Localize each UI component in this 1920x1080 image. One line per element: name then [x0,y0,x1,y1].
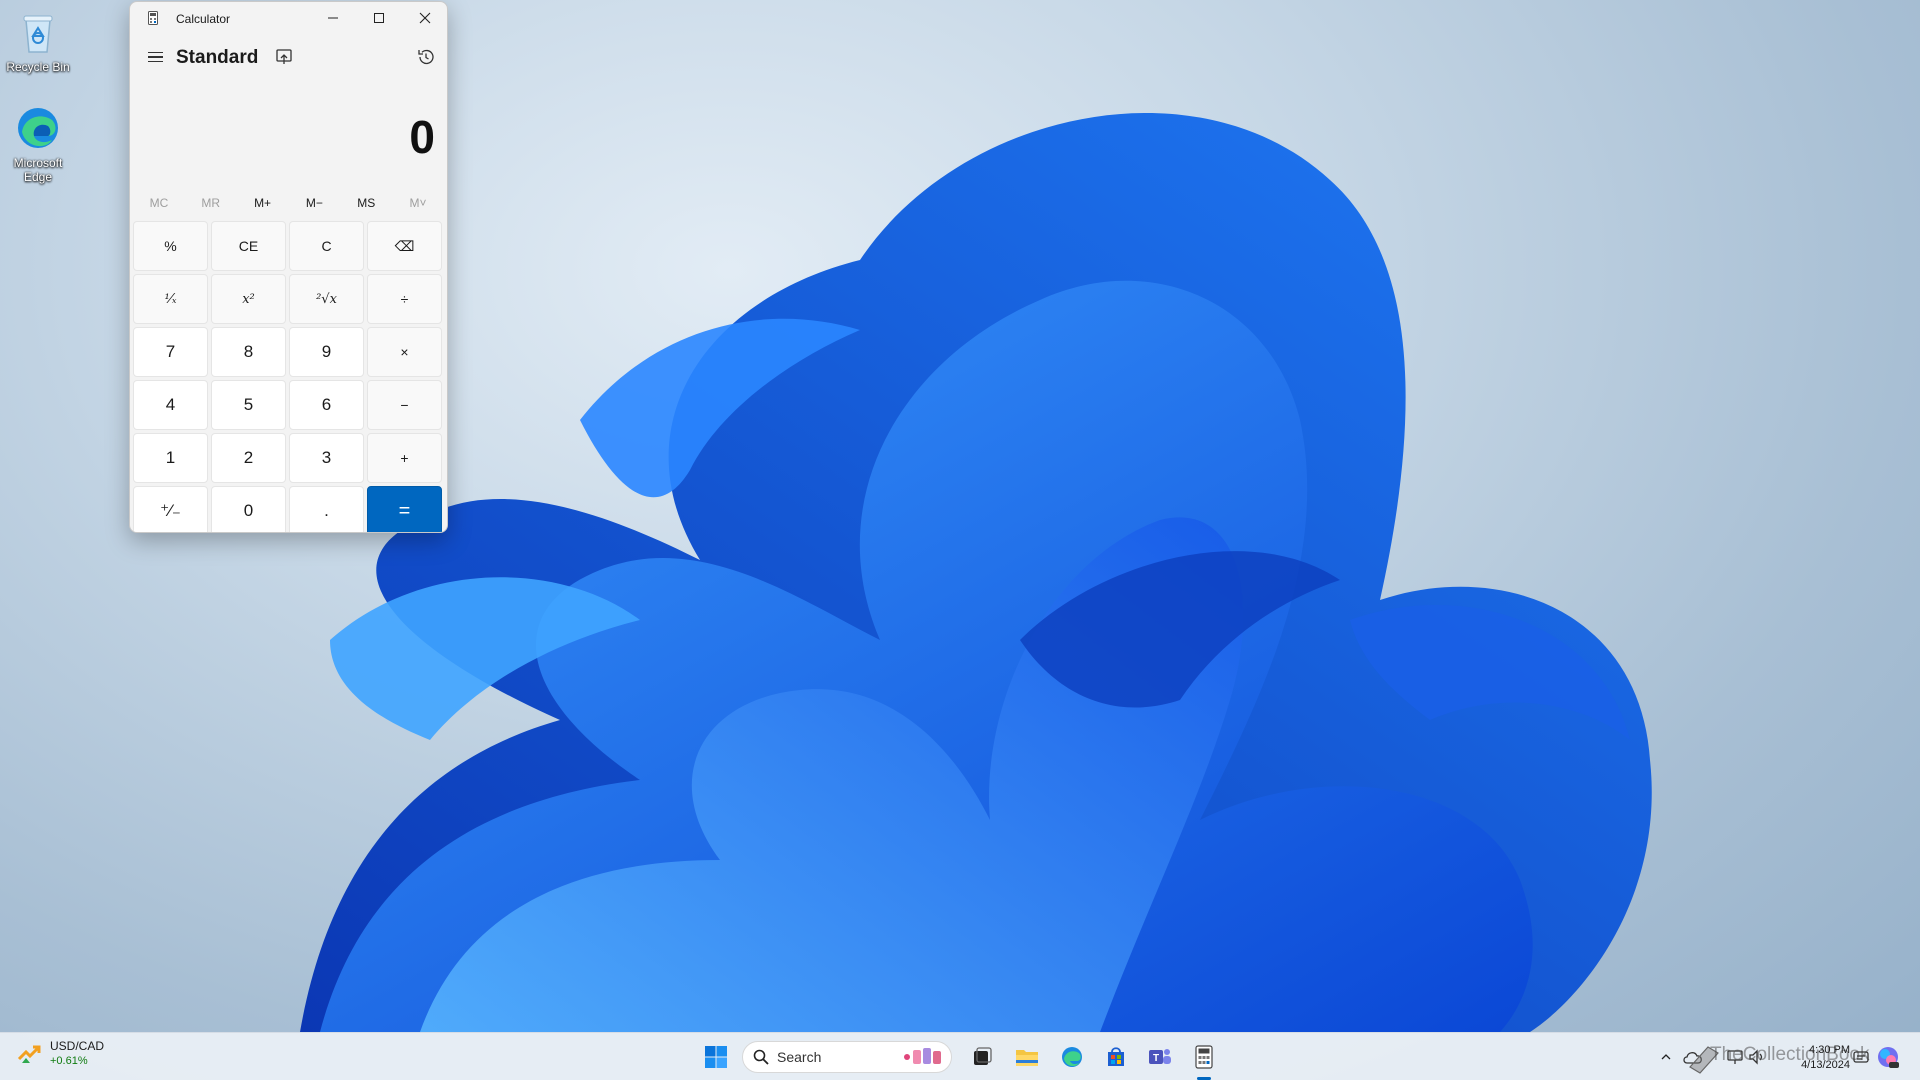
keypad: % CE C ⌫ ¹⁄ₓ x² ²√x ÷ 7 8 9 × 4 5 6 − 1 … [130,221,447,532]
mode-title: Standard [176,47,259,68]
taskbar: USD/CAD +0.61% Search T TheCollectionBoo… [0,1032,1920,1080]
decimal-key[interactable]: . [289,486,364,532]
negate-key[interactable]: ⁺⁄₋ [133,486,208,532]
square-key[interactable]: x² [211,274,286,324]
navigation-menu-button[interactable] [140,42,170,72]
multiply-key[interactable]: × [367,327,442,377]
calculator-icon [1195,1045,1213,1069]
clear-entry-key[interactable]: CE [211,221,286,271]
system-clock[interactable]: 4:30 PM 4/13/2024 [1778,1043,1850,1073]
edge-icon [1062,1047,1082,1067]
close-button[interactable] [402,2,447,34]
store-button[interactable] [1100,1041,1132,1073]
edge-icon [18,108,58,148]
edge-taskbar-button[interactable] [1056,1041,1088,1073]
digit-9-key[interactable]: 9 [289,327,364,377]
teams-icon: T [1149,1049,1171,1064]
digit-5-key[interactable]: 5 [211,380,286,430]
file-explorer-button[interactable] [1011,1041,1043,1073]
desktop-icon-label: Microsoft Edge [13,156,63,184]
desktop-icon-microsoft-edge[interactable]: Microsoft Edge [4,104,72,184]
widget-change: +0.61% [50,1055,88,1067]
memory-row: MC MR M+ M− MS M˅ [130,189,447,217]
chevron-up-icon[interactable] [1660,1051,1672,1063]
clear-key[interactable]: C [289,221,364,271]
search-placeholder: Search [777,1049,822,1065]
memory-add-button[interactable]: M+ [237,189,289,217]
teams-button[interactable]: T [1144,1041,1176,1073]
file-explorer-icon [1016,1050,1038,1066]
task-view-button[interactable] [966,1041,998,1073]
minimize-button[interactable] [310,2,356,34]
add-key[interactable]: + [367,433,442,483]
history-icon[interactable] [415,46,437,68]
notification-icon[interactable] [1852,1048,1870,1066]
calculator-header: Standard [130,34,447,84]
memory-list-button[interactable]: M˅ [392,189,444,217]
weather-stock-widget[interactable]: USD/CAD +0.61% [16,1039,104,1069]
window-title: Calculator [176,12,231,26]
desktop-icon-label: Recycle Bin [6,60,70,74]
keep-on-top-icon[interactable] [273,46,295,68]
percent-key[interactable]: % [133,221,208,271]
close-icon [419,12,431,24]
store-icon [1108,1047,1124,1066]
calculator-app-icon [148,11,158,25]
memory-store-button[interactable]: MS [340,189,392,217]
search-icon [753,1049,769,1065]
divide-key[interactable]: ÷ [367,274,442,324]
minimize-icon [328,17,338,19]
reciprocal-key[interactable]: ¹⁄ₓ [133,274,208,324]
digit-6-key[interactable]: 6 [289,380,364,430]
subtract-key[interactable]: − [367,380,442,430]
calculator-window[interactable]: Calculator Standard 0 MC MR M+ M− MS M˅ … [129,1,448,533]
backspace-key[interactable]: ⌫ [367,221,442,271]
task-view-icon [974,1047,992,1065]
clock-time: 4:30 PM [1809,1044,1850,1056]
widget-ticker: USD/CAD [50,1039,105,1053]
start-icon [705,1046,727,1068]
display-value: 0 [409,111,435,163]
digit-4-key[interactable]: 4 [133,380,208,430]
calculator-taskbar-button[interactable] [1188,1041,1220,1073]
memory-subtract-button[interactable]: M− [288,189,340,217]
memory-recall-button[interactable]: MR [185,189,237,217]
result-display: 0 [130,84,447,189]
svg-text:T: T [1153,1053,1159,1064]
equals-key[interactable]: = [367,486,442,532]
digit-3-key[interactable]: 3 [289,433,364,483]
digit-0-key[interactable]: 0 [211,486,286,532]
clock-date: 4/13/2024 [1801,1059,1850,1071]
recycle-bin-icon [23,15,53,53]
square-root-key[interactable]: ²√x [289,274,364,324]
digit-7-key[interactable]: 7 [133,327,208,377]
copilot-icon[interactable] [1876,1045,1900,1069]
search-highlight-icon [904,1048,941,1064]
maximize-icon [374,13,384,23]
start-button[interactable] [700,1041,732,1073]
digit-2-key[interactable]: 2 [211,433,286,483]
maximize-button[interactable] [356,2,402,34]
memory-clear-button[interactable]: MC [133,189,185,217]
digit-1-key[interactable]: 1 [133,433,208,483]
taskbar-search[interactable]: Search [742,1041,952,1073]
desktop-icon-recycle-bin[interactable]: Recycle Bin [4,8,72,74]
title-bar[interactable]: Calculator [130,2,447,34]
stock-trend-icon [17,1045,41,1063]
digit-8-key[interactable]: 8 [211,327,286,377]
